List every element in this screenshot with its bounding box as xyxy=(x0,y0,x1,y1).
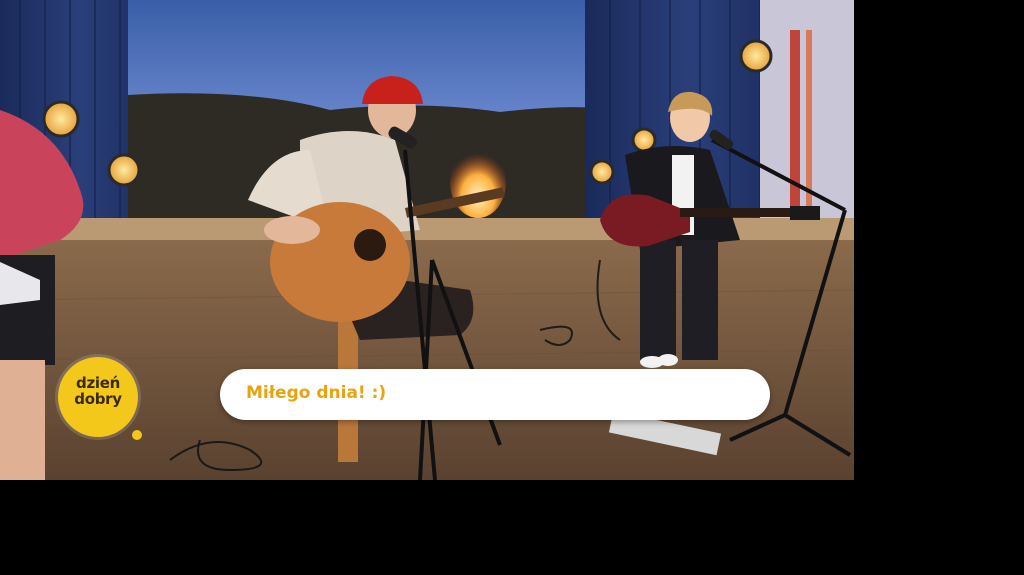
lamp xyxy=(107,153,141,187)
video-frame: dzień dobry Miłego dnia! :) xyxy=(0,0,854,480)
lamp xyxy=(631,127,657,153)
lamp xyxy=(589,159,615,185)
caption-text: Miłego dnia! :) xyxy=(246,383,387,403)
logo-line-1: dzień xyxy=(76,374,120,392)
channel-logo: dzień dobry xyxy=(58,357,138,437)
lamp xyxy=(739,39,773,73)
logo-dot xyxy=(132,430,142,440)
campfire xyxy=(450,146,506,218)
lamp xyxy=(42,100,80,138)
logo-line-2: dobry xyxy=(74,390,122,408)
caption-bar: Miłego dnia! :) xyxy=(220,369,770,420)
